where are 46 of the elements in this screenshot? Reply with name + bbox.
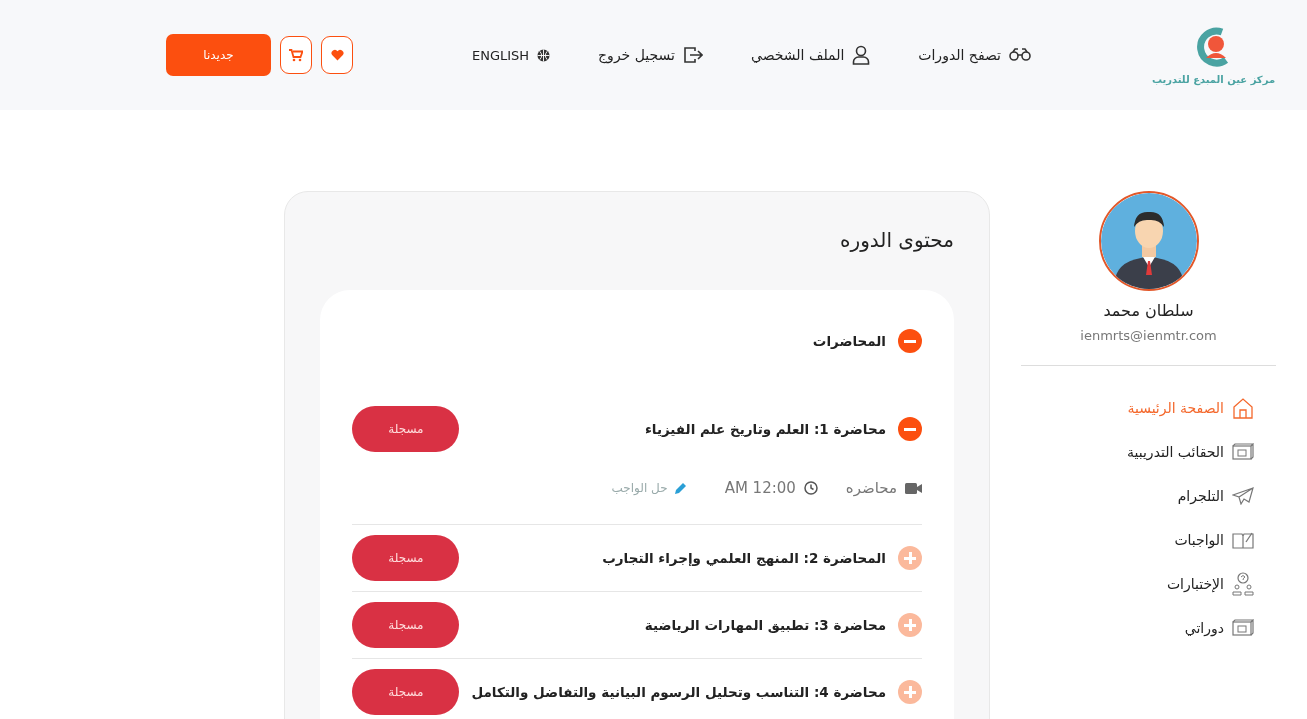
cart-button[interactable] bbox=[280, 36, 312, 74]
sidebar-item[interactable]: الإختبارات bbox=[1021, 562, 1254, 606]
notebook-icon bbox=[1232, 531, 1254, 549]
profile-name: سلطان محمد bbox=[1103, 301, 1194, 320]
heart-icon bbox=[330, 49, 344, 61]
toggle-icon[interactable] bbox=[898, 613, 922, 637]
clock-icon bbox=[803, 481, 818, 495]
favorite-button[interactable] bbox=[321, 36, 353, 74]
sidebar-item[interactable]: الواجبات bbox=[1021, 518, 1254, 562]
screen-icon bbox=[1232, 443, 1254, 461]
section-title: المحاضرات bbox=[812, 333, 886, 349]
lecture-type: محاضره bbox=[845, 479, 897, 497]
recorded-button[interactable]: مسجلة bbox=[352, 602, 460, 648]
profile-email: ienmrts@ienmtr.com bbox=[1080, 328, 1217, 343]
globe-icon bbox=[537, 48, 551, 62]
pencil-icon bbox=[673, 481, 687, 495]
binoculars-icon bbox=[1009, 48, 1031, 62]
lecture-title[interactable]: محاضرة 3: تطبيق المهارات الرياضية bbox=[644, 617, 886, 633]
user-icon bbox=[852, 45, 871, 65]
nav-link[interactable]: ENGLISH bbox=[471, 47, 551, 63]
cart-icon bbox=[289, 48, 303, 62]
video-camera-icon bbox=[905, 482, 922, 494]
toggle-icon[interactable] bbox=[898, 680, 922, 704]
toggle-icon[interactable] bbox=[898, 546, 922, 570]
nav-link[interactable]: الملف الشخصي bbox=[750, 45, 871, 65]
lecture-title[interactable]: محاضرة 4: التناسب وتحليل الرسوم البيانية والتفاضل والتكامل bbox=[471, 684, 886, 700]
nav-link[interactable]: تصفح الدورات bbox=[918, 47, 1031, 63]
toggle-icon[interactable] bbox=[898, 417, 922, 441]
paper-plane-icon bbox=[1232, 487, 1254, 505]
logout-icon bbox=[682, 46, 703, 64]
toggle-icon[interactable] bbox=[898, 329, 922, 353]
recorded-button[interactable]: مسجلة bbox=[352, 406, 460, 452]
recorded-button[interactable]: مسجلة bbox=[352, 535, 460, 581]
lecture-title[interactable]: المحاضرة 2: المنهج العلمي وإجراء التجارب bbox=[602, 550, 886, 566]
lecture-time: AM 12:00 bbox=[724, 479, 796, 497]
sidebar-item[interactable]: الحقائب التدريبية bbox=[1021, 430, 1254, 474]
course-content-title: محتوى الدوره bbox=[839, 228, 954, 252]
lecture-title[interactable]: محاضرة 1: العلم وتاريخ علم الفيزياء bbox=[644, 421, 886, 437]
house-icon bbox=[1232, 397, 1254, 419]
people-question-icon bbox=[1232, 572, 1254, 596]
sidebar-item[interactable]: التلجرام bbox=[1021, 474, 1254, 518]
logo-text: مركز عين المبدع للتدريب bbox=[1151, 73, 1276, 85]
recorded-button[interactable]: مسجلة bbox=[352, 669, 460, 715]
sidebar-item[interactable]: دوراتي bbox=[1021, 606, 1254, 650]
screen-icon bbox=[1232, 619, 1254, 637]
nav-link[interactable]: تسجيل خروج bbox=[598, 46, 703, 64]
